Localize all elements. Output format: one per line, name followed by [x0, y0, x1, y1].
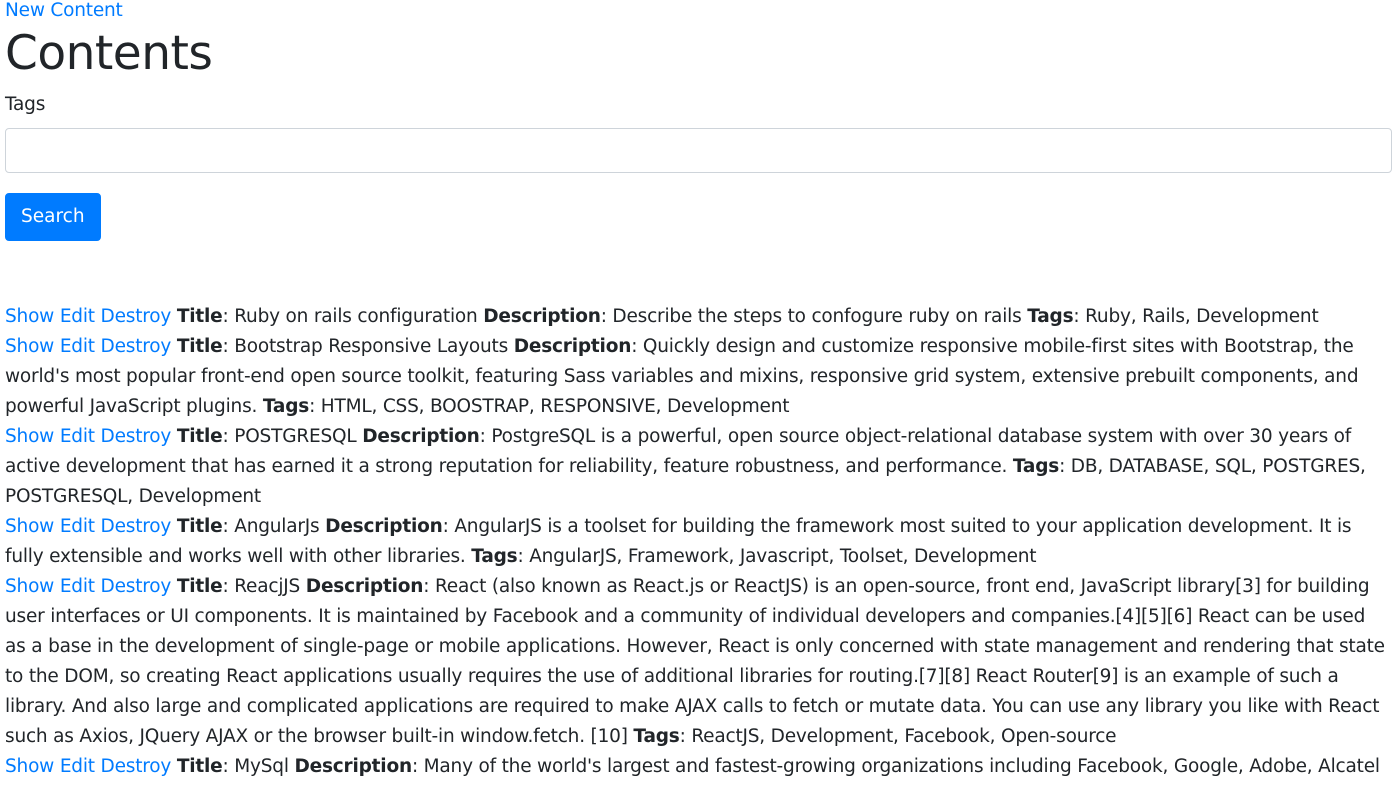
destroy-link[interactable]: Destroy [101, 306, 172, 327]
destroy-link[interactable]: Destroy [101, 426, 172, 447]
tags-label-inline: Tags [1027, 306, 1074, 327]
title-label: Title [176, 516, 223, 537]
description-label: Description [305, 576, 424, 597]
item-tags: ReactJS, Development, Facebook, Open-sou… [691, 726, 1117, 747]
page-title: Contents [5, 26, 213, 81]
description-label: Description [325, 516, 443, 537]
list-item: Show Edit Destroy Title: POSTGRESQL Desc… [5, 426, 1366, 507]
item-tags: HTML, CSS, BOOSTRAP, RESPONSIVE, Develop… [320, 396, 790, 417]
description-label: Description [294, 756, 412, 777]
new-content-link[interactable]: New Content [5, 0, 1391, 22]
item-tags: AngularJS, Framework, Javascript, Toolse… [529, 546, 1037, 567]
search-button[interactable]: Search [5, 193, 101, 241]
show-link[interactable]: Show [5, 576, 54, 597]
title-label: Title [176, 306, 223, 327]
tags-input[interactable] [5, 128, 1392, 173]
edit-link[interactable]: Edit [60, 756, 95, 777]
tags-label-inline: Tags [471, 546, 518, 567]
description-label: Description [483, 306, 601, 327]
title-label: Title [176, 756, 223, 777]
show-link[interactable]: Show [5, 426, 54, 447]
edit-link[interactable]: Edit [60, 306, 95, 327]
list-item: Show Edit Destroy Title: ReacjJS Descrip… [5, 576, 1385, 747]
item-title: POSTGRESQL [234, 426, 357, 447]
list-item: Show Edit Destroy Title: AngularJs Descr… [5, 516, 1352, 567]
item-title: AngularJs [234, 516, 320, 537]
edit-link[interactable]: Edit [60, 516, 95, 537]
destroy-link[interactable]: Destroy [101, 336, 172, 357]
list-item: Show Edit Destroy Title: Ruby on rails c… [5, 306, 1319, 327]
destroy-link[interactable]: Destroy [101, 756, 172, 777]
description-label: Description [362, 426, 480, 447]
list-item: Show Edit Destroy Title: MySql Descripti… [5, 756, 1380, 777]
content-list: Show Edit Destroy Title: Ruby on rails c… [5, 302, 1391, 782]
edit-link[interactable]: Edit [60, 336, 95, 357]
page: New Content Contents Tags Search Show Ed… [0, 0, 1399, 782]
item-title: Ruby on rails configuration [234, 306, 478, 327]
item-description: Describe the steps to confogure ruby on … [612, 306, 1022, 327]
description-label: Description [513, 336, 632, 357]
title-label: Title [176, 426, 223, 447]
destroy-link[interactable]: Destroy [101, 516, 172, 537]
item-title: ReacjJS [234, 576, 301, 597]
list-item: Show Edit Destroy Title: Bootstrap Respo… [5, 336, 1359, 417]
show-link[interactable]: Show [5, 756, 54, 777]
show-link[interactable]: Show [5, 306, 54, 327]
destroy-link[interactable]: Destroy [101, 576, 172, 597]
tags-label-inline: Tags [262, 396, 310, 417]
item-tags: Ruby, Rails, Development [1085, 306, 1319, 327]
edit-link[interactable]: Edit [60, 426, 95, 447]
item-title: Bootstrap Responsive Layouts [234, 336, 509, 357]
show-link[interactable]: Show [5, 336, 54, 357]
tags-label-inline: Tags [1012, 456, 1060, 477]
item-description: React (also known as React.js or ReactJS… [5, 576, 1385, 747]
tags-label-inline: Tags [633, 726, 680, 747]
item-description: Many of the world's largest and fastest-… [423, 756, 1380, 777]
title-label: Title [176, 576, 223, 597]
tags-label: Tags [5, 94, 46, 115]
edit-link[interactable]: Edit [60, 576, 95, 597]
item-title: MySql [234, 756, 289, 777]
title-label: Title [176, 336, 223, 357]
show-link[interactable]: Show [5, 516, 54, 537]
